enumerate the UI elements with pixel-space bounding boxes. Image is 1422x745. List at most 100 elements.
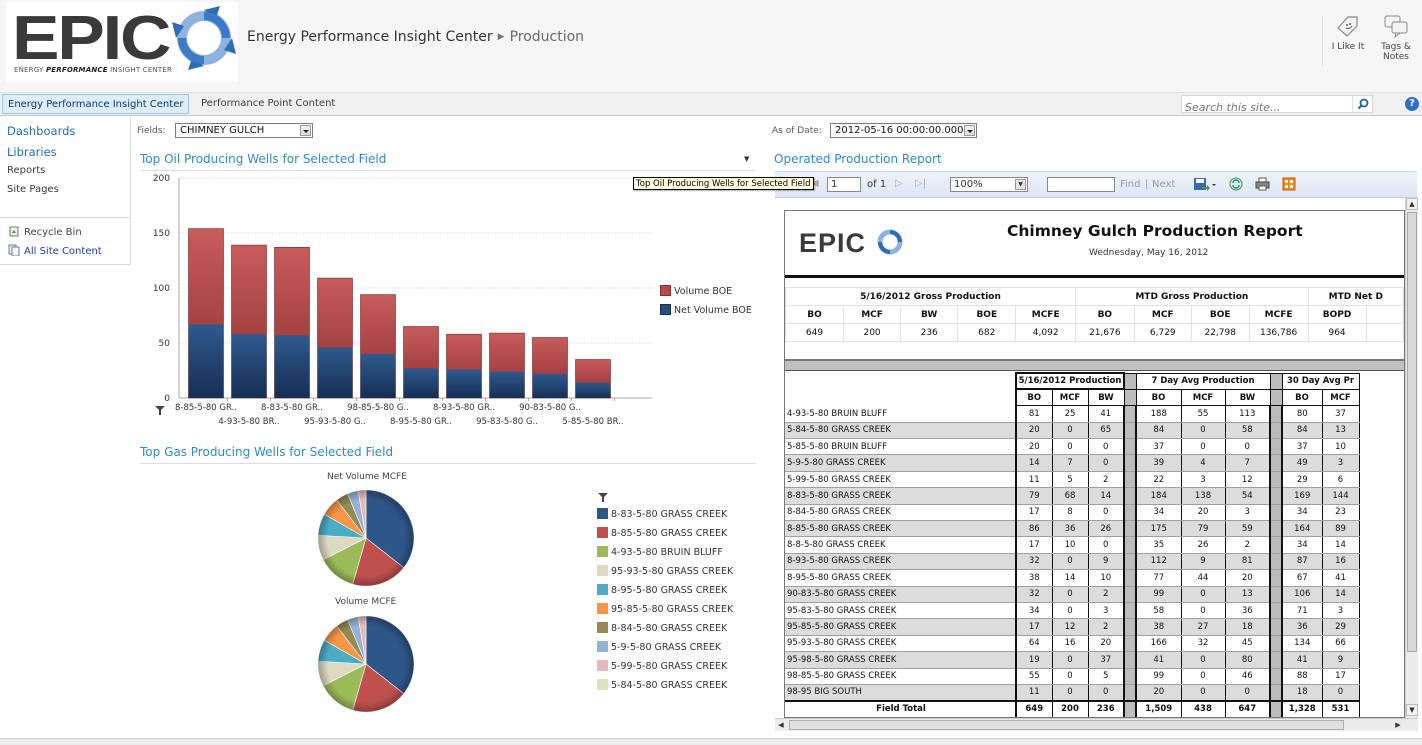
summary-group: 5/16/2012 Gross Production	[785, 287, 1077, 306]
bar-net-volume-boe[interactable]	[274, 335, 310, 398]
scroll-up-icon[interactable]: ▲	[1406, 198, 1418, 210]
data-feed-icon[interactable]	[1282, 177, 1296, 191]
net-volume-mcfe-pie	[317, 489, 415, 587]
page-number-input[interactable]: 1	[827, 177, 861, 192]
value-cell: 6	[1321, 471, 1360, 489]
tab-performance-point-content[interactable]: Performance Point Content	[196, 94, 340, 114]
nav-reports[interactable]: Reports	[7, 165, 45, 176]
bar-net-volume-boe[interactable]	[532, 373, 568, 398]
report-vertical-scrollbar[interactable]: ▲ ▼	[1405, 198, 1418, 718]
value-cell: 2	[1087, 586, 1125, 603]
well-name-cell: 5-9-5-80 GRASS CREEK	[785, 454, 1017, 472]
all-site-content-link[interactable]: All Site Content	[8, 244, 102, 257]
bar-net-volume-boe[interactable]	[360, 354, 396, 398]
gap-cell	[1123, 586, 1137, 603]
value-cell: 19	[1015, 651, 1053, 669]
detail-header-cell: BO	[1281, 388, 1323, 407]
print-icon[interactable]	[1255, 177, 1270, 191]
value-cell: 80	[1281, 405, 1323, 423]
bar-net-volume-boe[interactable]	[403, 368, 439, 398]
scroll-right-icon[interactable]: ▶	[1392, 719, 1404, 731]
table-row: 8-85-5-80 GRASS CREEK 86 36 26 175 79 59 164 89	[785, 520, 1360, 538]
gap-cell	[1269, 388, 1283, 407]
tags-notes-button[interactable]: Tags & Notes	[1372, 14, 1420, 62]
export-save-icon[interactable]	[1193, 177, 1217, 193]
summary-value-cell: 236	[900, 323, 959, 342]
value-cell: 34	[1281, 504, 1323, 522]
value-cell: 87	[1281, 553, 1323, 571]
value-cell: 138	[1180, 487, 1226, 505]
nav-dashboards[interactable]: Dashboards	[7, 124, 75, 138]
bar-net-volume-boe[interactable]	[575, 382, 611, 398]
bar-net-volume-boe[interactable]	[489, 371, 525, 398]
fields-select[interactable]: CHIMNEY GULCH	[175, 123, 313, 138]
as-of-date-select[interactable]: 2012-05-16 00:00:00.000	[830, 123, 977, 138]
gap-cell	[1269, 569, 1283, 587]
hscroll-thumb[interactable]	[789, 720, 1344, 730]
scroll-thumb[interactable]	[1407, 212, 1417, 652]
next-page-icon[interactable]: ▷	[895, 178, 903, 189]
report-horizontal-scrollbar[interactable]: ◀ ▶	[775, 718, 1418, 731]
filter-icon[interactable]	[154, 404, 166, 416]
value-cell: 0	[1051, 651, 1089, 669]
refresh-icon[interactable]	[1229, 177, 1243, 191]
summary-header-cell: BW	[900, 305, 959, 324]
legend-label: Volume BOE	[674, 286, 733, 297]
legend-swatch	[597, 584, 608, 595]
value-cell: 99	[1135, 586, 1182, 603]
scroll-down-icon[interactable]: ▼	[1406, 704, 1418, 716]
table-row: 8-95-5-80 GRASS CREEK 38 14 10 77 44 20 67 41	[785, 569, 1360, 587]
value-cell: 184	[1135, 487, 1182, 505]
value-cell: 26	[1087, 520, 1125, 538]
x-tick-label: 8-95-5-80 GR..	[390, 417, 452, 427]
legend-swatch	[597, 527, 608, 538]
table-row: 8-84-5-80 GRASS CREEK 17 8 0 34 20 3 34 23	[785, 504, 1360, 522]
chevron-down-icon[interactable]	[964, 125, 975, 136]
bar-net-volume-boe[interactable]	[317, 347, 353, 398]
nav-site-pages[interactable]: Site Pages	[7, 184, 59, 195]
value-cell: 39	[1135, 454, 1182, 472]
value-cell: 0	[1087, 684, 1125, 702]
x-tick-label: 95-93-5-80 G..	[304, 417, 366, 427]
zoom-select[interactable]: 100% ▼	[950, 177, 1028, 192]
recycle-bin-link[interactable]: Recycle Bin	[8, 225, 82, 238]
panel-menu-icon[interactable]: ▼	[744, 155, 749, 163]
help-icon[interactable]: ?	[1405, 97, 1419, 111]
value-cell: 79	[1015, 487, 1053, 505]
filter-icon[interactable]	[597, 491, 609, 503]
tab-energy-performance-insight-center[interactable]: Energy Performance Insight Center	[2, 94, 190, 114]
gap-cell	[1269, 651, 1283, 669]
find-input[interactable]	[1047, 177, 1115, 192]
find-link[interactable]: Find	[1120, 179, 1141, 190]
bar-net-volume-boe[interactable]	[188, 324, 224, 398]
legend-label: Net Volume BOE	[674, 305, 752, 316]
breadcrumb-site-link[interactable]: Energy Performance Insight Center	[247, 29, 493, 45]
value-cell: 0	[1051, 553, 1089, 571]
search-button[interactable]	[1352, 96, 1372, 112]
gap-cell	[1123, 618, 1137, 636]
summary-group: MTD Net D	[1307, 287, 1404, 306]
well-name-cell: 8-85-5-80 GRASS CREEK	[785, 520, 1017, 538]
next-link[interactable]: Next	[1152, 179, 1175, 190]
nav-libraries[interactable]: Libraries	[7, 145, 57, 159]
value-cell: 0	[1051, 602, 1089, 620]
well-name-cell: 95-83-5-80 GRASS CREEK	[785, 602, 1017, 620]
find-separator: |	[1145, 179, 1149, 190]
last-page-icon[interactable]: ▷|	[915, 178, 926, 189]
value-cell: 10	[1051, 536, 1089, 554]
field-total-row: Field Total 649 200 236 1,509 438 647 1,328 531	[785, 699, 1360, 717]
search-input[interactable]	[1182, 99, 1352, 116]
value-cell: 32	[1180, 635, 1226, 653]
value-cell: 2	[1087, 618, 1125, 636]
bar-net-volume-boe[interactable]	[446, 369, 482, 398]
value-cell: 58	[1135, 602, 1182, 620]
i-like-it-button[interactable]: I Like It	[1324, 14, 1372, 52]
value-cell: 17	[1015, 536, 1053, 554]
chevron-down-icon[interactable]: ▼	[1015, 179, 1026, 190]
well-name-cell: 8-84-5-80 GRASS CREEK	[785, 504, 1017, 522]
value-cell: 38	[1135, 618, 1182, 636]
bar-net-volume-boe[interactable]	[231, 334, 267, 398]
chevron-down-icon[interactable]	[300, 125, 311, 136]
epic-logo[interactable]: EPIC ENERGY PERFORMANCE INSIGHT CENTER	[6, 2, 238, 82]
scroll-left-icon[interactable]: ◀	[775, 719, 787, 731]
